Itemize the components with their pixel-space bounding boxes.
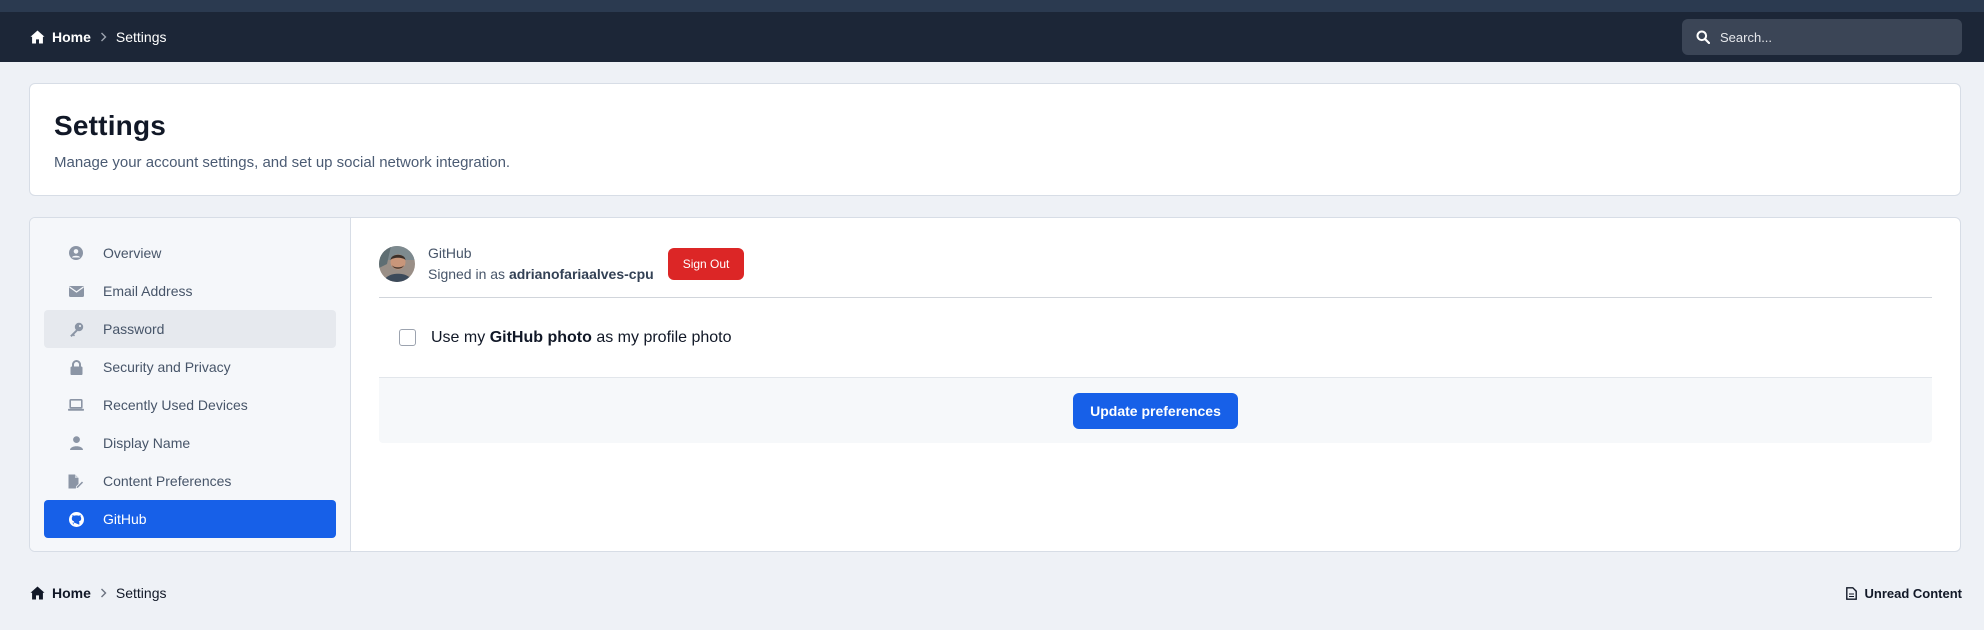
document-edit-icon	[68, 473, 84, 489]
unread-content-label: Unread Content	[1864, 585, 1963, 601]
sidebar-item-security-and-privacy[interactable]: Security and Privacy	[44, 348, 336, 386]
sidebar-item-label: GitHub	[103, 511, 147, 527]
sidebar-item-display-name[interactable]: Display Name	[44, 424, 336, 462]
home-icon	[30, 30, 45, 44]
form-actions-bar: Update preferences	[379, 377, 1932, 443]
page-title: Settings	[54, 110, 167, 141]
sidebar-item-email-address[interactable]: Email Address	[44, 272, 336, 310]
github-photo-checkbox[interactable]	[399, 329, 416, 346]
user-circle-icon	[68, 245, 84, 261]
sidebar-item-label: Overview	[103, 245, 162, 261]
sidebar-item-label: Recently Used Devices	[103, 397, 248, 413]
sidebar-item-label: Password	[103, 321, 165, 337]
settings-sidebar: Overview Email Address Password Security…	[30, 218, 351, 551]
github-account-info: GitHub Signed in as adrianofariaalves-cp…	[428, 243, 654, 285]
sidebar-item-label: Display Name	[103, 435, 191, 451]
home-icon	[30, 586, 45, 600]
github-username: adrianofariaalves-cpu	[508, 266, 654, 282]
user-icon	[68, 435, 84, 451]
sidebar-item-label: Content Preferences	[103, 473, 232, 489]
label-suffix: as my profile photo	[596, 328, 732, 346]
bottom-bar: Home Settings Unread Content	[0, 572, 1984, 614]
github-photo-label[interactable]: Use my GitHub photo as my profile photo	[431, 329, 732, 347]
sign-out-button[interactable]: Sign Out	[667, 248, 745, 280]
sidebar-item-password[interactable]: Password	[44, 310, 336, 348]
breadcrumb-current: Settings	[115, 29, 167, 45]
label-bold: GitHub photo	[489, 328, 592, 346]
provider-name: GitHub	[428, 245, 472, 261]
top-navbar: Home Settings	[0, 12, 1984, 62]
search-icon	[1696, 30, 1710, 44]
top-strip	[0, 0, 1984, 12]
label-prefix: Use my	[431, 328, 486, 346]
footer-breadcrumb-home-label: Home	[52, 585, 91, 601]
document-icon	[1845, 586, 1857, 600]
github-icon	[68, 511, 84, 527]
sidebar-item-github[interactable]: GitHub	[44, 500, 336, 538]
signed-in-prefix: Signed in as	[428, 266, 506, 282]
update-preferences-button[interactable]: Update preferences	[1073, 392, 1238, 429]
github-photo-preference: Use my GitHub photo as my profile photo	[379, 298, 1932, 377]
search-input[interactable]	[1720, 29, 1948, 45]
lock-icon	[68, 359, 84, 375]
footer-breadcrumb-home-link[interactable]: Home	[30, 585, 91, 601]
key-icon	[68, 321, 84, 337]
avatar	[379, 246, 415, 282]
breadcrumb: Home Settings	[30, 29, 167, 45]
page-header-card: Settings Manage your account settings, a…	[29, 83, 1961, 196]
sidebar-item-overview[interactable]: Overview	[44, 234, 336, 272]
breadcrumb-home-label: Home	[52, 29, 91, 45]
signed-in-line: Signed in as adrianofariaalves-cpu	[428, 264, 654, 285]
sidebar-item-content-preferences[interactable]: Content Preferences	[44, 462, 336, 500]
page-subtitle: Manage your account settings, and set up…	[54, 154, 511, 171]
breadcrumb-home-link[interactable]: Home	[30, 29, 91, 45]
search-box[interactable]	[1682, 19, 1962, 55]
github-account-row: GitHub Signed in as adrianofariaalves-cp…	[379, 238, 1932, 290]
unread-content-link[interactable]: Unread Content	[1845, 585, 1963, 601]
laptop-icon	[68, 397, 84, 413]
sidebar-item-label: Security and Privacy	[103, 359, 231, 375]
sidebar-item-label: Email Address	[103, 283, 193, 299]
settings-panel: Overview Email Address Password Security…	[29, 217, 1961, 552]
chevron-right-icon	[100, 32, 107, 42]
sidebar-item-recently-used-devices[interactable]: Recently Used Devices	[44, 386, 336, 424]
envelope-icon	[68, 283, 84, 299]
github-settings-content: GitHub Signed in as adrianofariaalves-cp…	[351, 218, 1960, 551]
footer-breadcrumb: Home Settings	[30, 585, 167, 601]
chevron-right-icon	[100, 588, 107, 598]
footer-breadcrumb-current: Settings	[115, 585, 167, 601]
